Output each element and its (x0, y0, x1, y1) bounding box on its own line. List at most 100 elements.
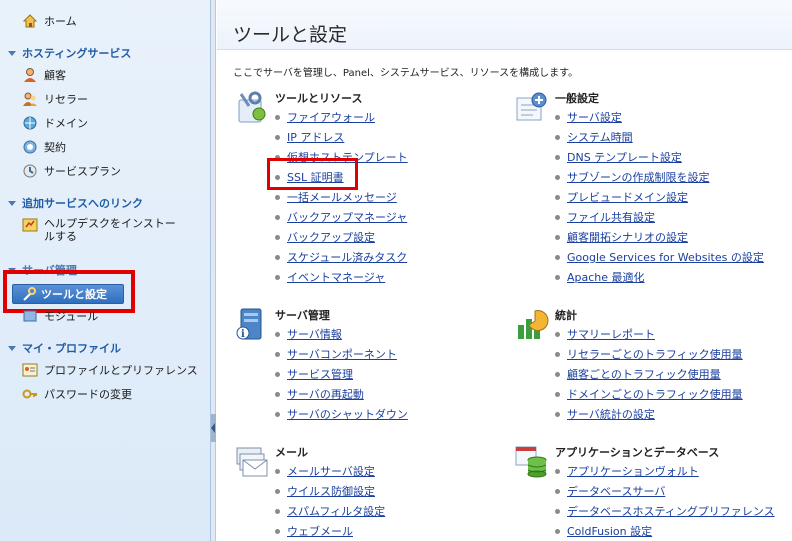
link-antivirus-settings[interactable]: ウイルス防御設定 (287, 483, 375, 499)
list-item: Google Services for Websites の設定 (555, 247, 764, 267)
list-item: DNS テンプレート設定 (555, 147, 764, 167)
list-item: ドメインごとのトラフィック使用量 (555, 384, 743, 404)
link-database-hosting-prefs[interactable]: データベースホスティングプリファレンス (567, 503, 775, 519)
list-item: ファイアウォール (275, 107, 408, 127)
link-dns-template[interactable]: DNS テンプレート設定 (567, 149, 682, 165)
link-event-manager[interactable]: イベントマネージャ (287, 269, 385, 285)
sidebar-item-helpdesk[interactable]: ヘルプデスクをインストールする (22, 217, 186, 247)
list-item: リセラーごとのトラフィック使用量 (555, 344, 743, 364)
apps-database-icon (515, 444, 549, 478)
link-server-stats-settings[interactable]: サーバ統計の設定 (567, 406, 655, 422)
sidebar-item-home[interactable]: ホーム (22, 12, 77, 30)
list-item: データベースホスティングプリファレンス (555, 501, 775, 521)
subscription-icon (22, 139, 38, 155)
link-backup-manager[interactable]: バックアップマネージャ (287, 209, 407, 225)
list-item: メールサーバ設定 (275, 461, 385, 481)
list-item: サーバ統計の設定 (555, 404, 743, 424)
link-mass-email[interactable]: 一括メールメッセージ (287, 189, 397, 205)
title-divider (217, 49, 792, 50)
link-spam-filter-settings[interactable]: スパムフィルタ設定 (287, 503, 385, 519)
bullet (555, 154, 560, 160)
link-application-vault[interactable]: アプリケーションヴォルト (567, 463, 699, 479)
bullet (555, 214, 560, 220)
link-server-settings[interactable]: サーバ設定 (567, 109, 622, 125)
link-customer-acquisition[interactable]: 顧客開拓シナリオの設定 (567, 229, 688, 245)
list-item: サーバのシャットダウン (275, 404, 408, 424)
module-icon (22, 308, 38, 324)
link-ip-addresses[interactable]: IP アドレス (287, 129, 344, 145)
sidebar-item-customers[interactable]: 顧客 (22, 66, 66, 84)
list-item: ファイル共有設定 (555, 207, 764, 227)
bullet (275, 254, 280, 260)
section-title: 一般設定 (555, 92, 599, 105)
link-service-management[interactable]: サービス管理 (287, 366, 353, 382)
sidebar-item-change-password[interactable]: パスワードの変更 (22, 385, 132, 403)
link-server-info[interactable]: サーバ情報 (287, 326, 342, 342)
bullet (275, 114, 280, 120)
link-summary-report[interactable]: サマリーレポート (567, 326, 655, 342)
list-item: スケジュール済みタスク (275, 247, 408, 267)
link-firewall[interactable]: ファイアウォール (287, 109, 375, 125)
link-webmail[interactable]: ウェブメール (287, 523, 353, 539)
sidebar-item-profile[interactable]: プロファイルとプリファレンス (22, 361, 198, 379)
link-scheduled-tasks[interactable]: スケジュール済みタスク (287, 249, 407, 265)
sidebar-item-modules[interactable]: モジュール (22, 307, 98, 325)
link-backup-settings[interactable]: バックアップ設定 (287, 229, 375, 245)
link-system-time[interactable]: システム時間 (567, 129, 633, 145)
sidebar-item-service-plans[interactable]: サービスプラン (22, 162, 121, 180)
section-links: ファイアウォール IP アドレス 仮想ホストテンプレート SSL 証明書 一括メ… (275, 107, 408, 287)
customer-icon (22, 67, 38, 83)
bullet (555, 468, 560, 474)
collapse-sidebar-handle[interactable] (211, 414, 216, 442)
section-links: アプリケーションヴォルト データベースサーバ データベースホスティングプリファレ… (555, 461, 775, 541)
link-preview-domain[interactable]: プレビュードメイン設定 (567, 189, 688, 205)
sidebar-section-hosting[interactable]: ホスティングサービス (8, 45, 131, 61)
server-management-icon: i (235, 307, 269, 341)
helpdesk-icon (22, 217, 38, 233)
bullet (555, 411, 560, 417)
page-title: ツールと設定 (233, 24, 348, 46)
sidebar: ホーム ホスティングサービス 顧客 リセラー ドメイン 契約 サービスプラン 追… (0, 0, 211, 541)
profile-icon (22, 362, 38, 378)
link-traffic-by-domain[interactable]: ドメインごとのトラフィック使用量 (567, 386, 743, 402)
sidebar-item-label: モジュール (44, 310, 99, 323)
bullet (555, 331, 560, 337)
link-traffic-by-reseller[interactable]: リセラーごとのトラフィック使用量 (567, 346, 743, 362)
sidebar-splitter[interactable] (211, 0, 216, 541)
bullet (555, 174, 560, 180)
link-file-sharing[interactable]: ファイル共有設定 (567, 209, 655, 225)
link-server-restart[interactable]: サーバの再起動 (287, 386, 364, 402)
list-item: サーバ情報 (275, 324, 408, 344)
bullet (555, 508, 560, 514)
bullet (275, 391, 280, 397)
bullet (555, 488, 560, 494)
sidebar-section-title: ホスティングサービス (22, 47, 132, 60)
link-apache-optimization[interactable]: Apache 最適化 (567, 269, 645, 285)
key-icon (22, 386, 38, 402)
section-title: ツールとリソース (275, 92, 363, 105)
sidebar-item-resellers[interactable]: リセラー (22, 90, 88, 108)
sidebar-section-profile[interactable]: マイ・プロファイル (8, 340, 121, 356)
bullet (275, 234, 280, 240)
sidebar-section-addon-links[interactable]: 追加サービスへのリンク (8, 195, 143, 211)
link-google-services[interactable]: Google Services for Websites の設定 (567, 249, 764, 265)
link-server-components[interactable]: サーバコンポーネント (287, 346, 397, 362)
sidebar-item-subscriptions[interactable]: 契約 (22, 138, 66, 156)
link-mail-server-settings[interactable]: メールサーバ設定 (287, 463, 375, 479)
list-item: IP アドレス (275, 127, 408, 147)
sidebar-item-label: プロファイルとプリファレンス (44, 364, 198, 377)
link-traffic-by-customer[interactable]: 顧客ごとのトラフィック使用量 (567, 366, 721, 382)
link-database-servers[interactable]: データベースサーバ (567, 483, 665, 499)
collapse-icon (8, 50, 16, 56)
link-subzone-limit[interactable]: サブゾーンの作成制限を設定 (567, 169, 709, 185)
list-item: ウェブメール (275, 521, 385, 541)
list-item: バックアップ設定 (275, 227, 408, 247)
link-server-shutdown[interactable]: サーバのシャットダウン (287, 406, 408, 422)
bullet (275, 331, 280, 337)
link-coldfusion-settings[interactable]: ColdFusion 設定 (567, 523, 652, 539)
list-item: システム時間 (555, 127, 764, 147)
list-item: 顧客開拓シナリオの設定 (555, 227, 764, 247)
sidebar-item-domains[interactable]: ドメイン (22, 114, 88, 132)
bullet (555, 254, 560, 260)
list-item: データベースサーバ (555, 481, 775, 501)
